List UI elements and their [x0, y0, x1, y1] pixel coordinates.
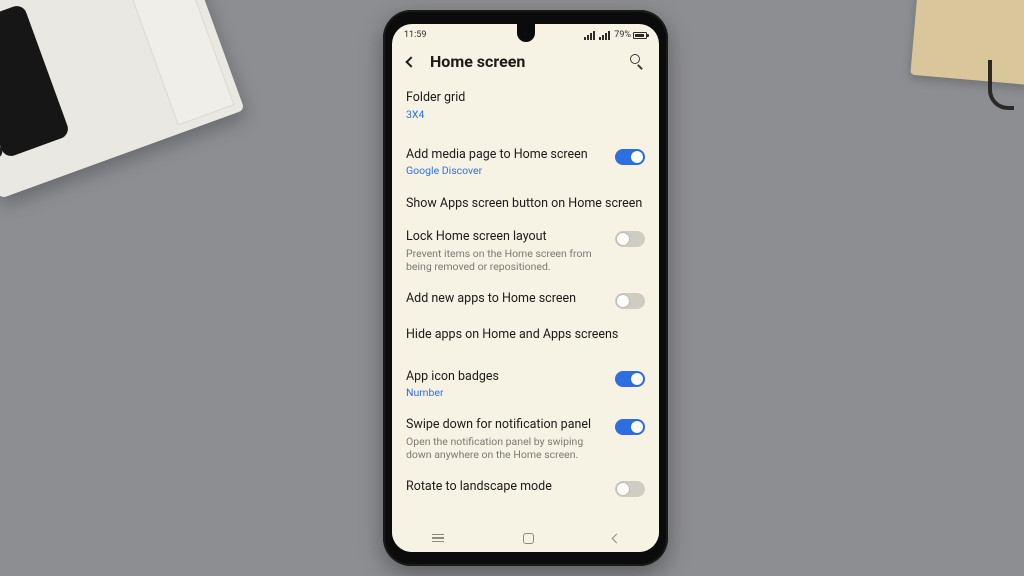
toggle-knob: [617, 483, 629, 495]
settings-row-label: Lock Home screen layout: [406, 229, 605, 245]
settings-row-label: Rotate to landscape mode: [406, 479, 605, 495]
settings-row[interactable]: Rotate to landscape mode: [406, 470, 645, 506]
nav-back-button[interactable]: [611, 533, 621, 543]
section-divider: [406, 130, 645, 138]
screen-notch: [517, 24, 535, 42]
toggle-switch[interactable]: [615, 371, 645, 387]
toggle-switch[interactable]: [615, 481, 645, 497]
section-divider: [406, 352, 645, 360]
settings-row[interactable]: Add new apps to Home screen: [406, 282, 645, 318]
toggle-knob: [631, 151, 643, 163]
battery-indicator: 79%: [614, 30, 647, 40]
status-time: 11:59: [404, 30, 426, 40]
page-header: Home screen: [392, 46, 659, 81]
settings-row[interactable]: Add media page to Home screenGoogle Disc…: [406, 138, 645, 187]
settings-row-label: Swipe down for notification panel: [406, 417, 605, 433]
settings-row-label: Add media page to Home screen: [406, 147, 605, 163]
toggle-switch[interactable]: [615, 419, 645, 435]
settings-row-sublabel: Number: [406, 386, 605, 399]
settings-row-sublabel: Open the notification panel by swiping d…: [406, 435, 605, 461]
nav-recents-button[interactable]: [432, 534, 444, 543]
product-box: Galaxy A06: [0, 0, 245, 199]
nav-bar: [392, 524, 659, 552]
box-barcode-strip: [119, 0, 235, 126]
phone-device: 11:59 79% Home screen Folder grid 3X4 Add …: [383, 10, 668, 566]
page-title: Home screen: [430, 52, 619, 71]
settings-row[interactable]: Show Apps screen button on Home screen: [406, 187, 645, 221]
search-button[interactable]: [629, 53, 647, 71]
box-phone-image: [0, 3, 71, 158]
toggle-knob: [631, 421, 643, 433]
battery-percent: 79%: [614, 30, 631, 40]
settings-row-label: Hide apps on Home and Apps screens: [406, 327, 645, 343]
toggle-knob: [631, 373, 643, 385]
signal-icon: [584, 31, 595, 40]
settings-row[interactable]: Folder grid 3X4: [406, 81, 645, 130]
settings-row-sublabel: 3X4: [406, 108, 645, 121]
phone-screen: 11:59 79% Home screen Folder grid 3X4 Add …: [392, 24, 659, 552]
settings-row[interactable]: Lock Home screen layout Prevent items on …: [406, 220, 645, 282]
settings-row[interactable]: Hide apps on Home and Apps screens: [406, 318, 645, 352]
nav-home-button[interactable]: [523, 533, 534, 544]
settings-list[interactable]: Folder grid 3X4 Add media page to Home scr…: [392, 81, 659, 506]
settings-row-sublabel: Google Discover: [406, 164, 605, 177]
settings-row-label: Folder grid: [406, 90, 645, 106]
settings-row-label: Add new apps to Home screen: [406, 291, 605, 307]
settings-row-sublabel: Prevent items on the Home screen from be…: [406, 247, 605, 273]
toggle-switch[interactable]: [615, 293, 645, 309]
settings-row[interactable]: App icon badgesNumber: [406, 360, 645, 409]
toggle-knob: [617, 295, 629, 307]
search-icon: [630, 54, 640, 64]
toggle-knob: [617, 233, 629, 245]
usb-cable: [988, 60, 1014, 110]
settings-row[interactable]: Swipe down for notification panel Open th…: [406, 408, 645, 470]
toggle-switch[interactable]: [615, 231, 645, 247]
battery-icon: [633, 32, 647, 39]
signal-icon-2: [599, 31, 610, 40]
back-button[interactable]: [402, 53, 420, 71]
settings-row-label: Show Apps screen button on Home screen: [406, 196, 645, 212]
settings-row-label: App icon badges: [406, 369, 605, 385]
toggle-switch[interactable]: [615, 149, 645, 165]
chevron-left-icon: [405, 56, 416, 67]
